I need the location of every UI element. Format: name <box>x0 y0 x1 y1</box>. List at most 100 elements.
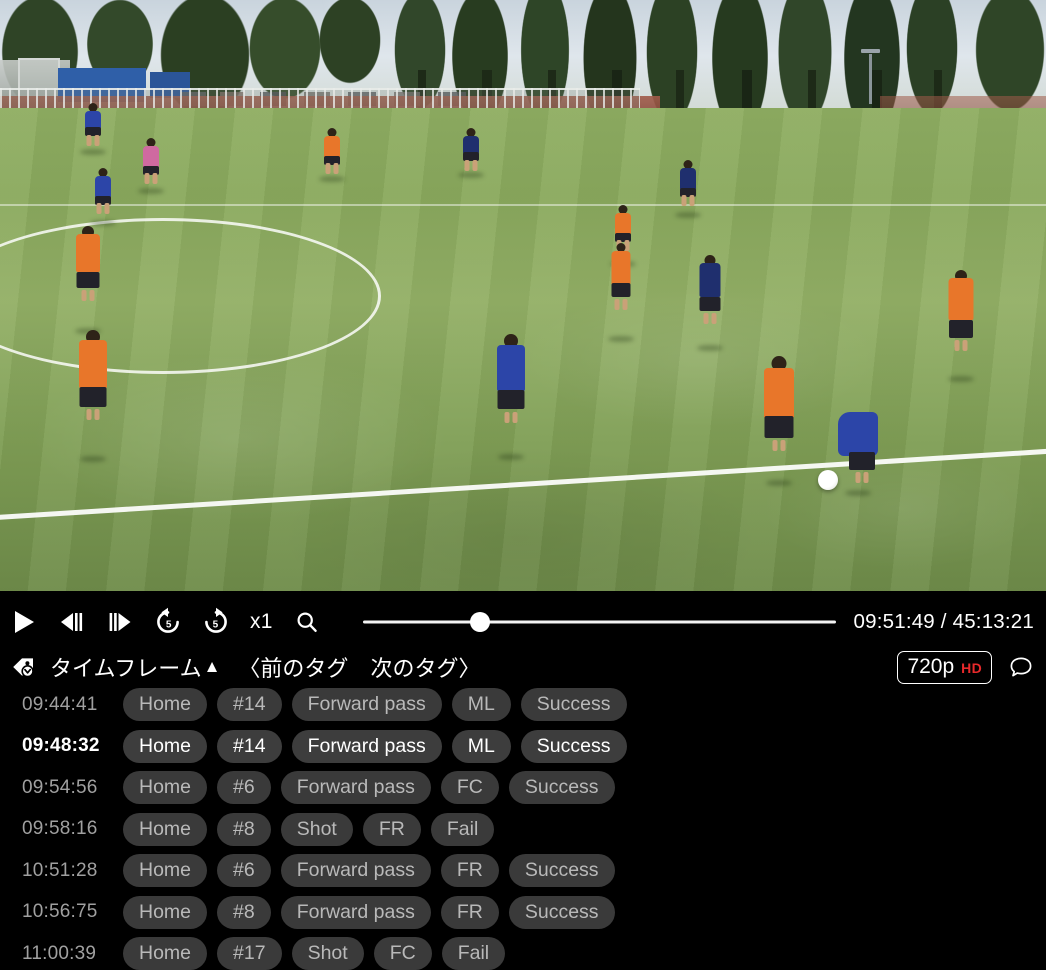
tag-pill[interactable]: Success <box>508 854 615 888</box>
hd-badge-label: HD <box>961 659 982 676</box>
tag-list[interactable]: 09:44:41 Home #14 Forward pass ML Success 09:4… <box>0 684 1046 970</box>
playback-speed-button[interactable]: x1 <box>240 598 283 646</box>
player-away <box>80 103 106 155</box>
tag-timestamp: 10:56:75 <box>22 901 98 923</box>
player-home-on-ball <box>764 356 794 486</box>
tag-pill[interactable]: Forward pass <box>280 854 431 888</box>
player-away <box>675 160 701 218</box>
tag-pill[interactable]: Home <box>123 812 208 846</box>
tag-timestamp: 09:48:32 <box>22 735 100 757</box>
rewind-5-seconds-icon[interactable]: 5 <box>144 598 192 646</box>
player-away <box>90 168 116 226</box>
tag-pill[interactable]: FC <box>440 771 499 805</box>
tag-timestamp: 09:54:56 <box>22 776 98 798</box>
tag-pill[interactable]: FR <box>440 895 499 929</box>
video-tagging-app: 5 5 x1 09:51:49 / 45:13:21 タイムフレーム ▲ 〈前の… <box>0 0 1046 970</box>
tag-pill[interactable]: #8 <box>217 812 271 846</box>
tag-pill[interactable]: Shot <box>280 812 353 846</box>
previous-tag-button[interactable]: 〈前のタグ <box>238 651 348 683</box>
player-away <box>697 255 723 351</box>
next-tag-button[interactable]: 次のタグ〉 <box>370 651 480 683</box>
tag-pill[interactable]: Forward pass <box>280 771 431 805</box>
tag-pill[interactable]: Home <box>123 854 208 888</box>
svg-text:5: 5 <box>166 619 172 630</box>
player-home <box>79 330 107 462</box>
comment-icon[interactable] <box>1006 652 1036 682</box>
tag-pill-group: Home #14 Forward pass ML Success <box>123 688 627 722</box>
player-home <box>319 128 345 182</box>
tag-pill[interactable]: #8 <box>217 895 271 929</box>
tag-pill[interactable]: Shot <box>291 937 364 970</box>
tag-pill[interactable]: Fail <box>441 937 506 970</box>
seek-bar[interactable] <box>355 598 846 646</box>
playback-control-bar: 5 5 x1 09:51:49 / 45:13:21 <box>0 591 1046 653</box>
caret-up-icon: ▲ <box>203 657 221 676</box>
tag-pill[interactable]: Success <box>520 729 627 763</box>
player-away <box>458 128 484 178</box>
tag-pill[interactable]: Fail <box>430 812 495 846</box>
quality-badge[interactable]: 720p HD <box>897 650 992 684</box>
tag-pill-group: Home #6 Forward pass FC Success <box>123 771 615 805</box>
search-icon[interactable] <box>283 598 331 646</box>
tag-pill[interactable]: Home <box>123 895 208 929</box>
tag-pill[interactable]: #6 <box>217 854 271 888</box>
tag-pill[interactable]: Forward pass <box>291 688 442 722</box>
svg-text:5: 5 <box>213 619 219 630</box>
tag-pill[interactable]: Success <box>508 771 615 805</box>
tag-row[interactable]: 09:44:41 Home #14 Forward pass ML Success <box>0 684 1046 726</box>
tag-pill[interactable]: ML <box>451 729 511 763</box>
tag-pill[interactable]: Home <box>123 937 208 970</box>
tag-toolbar: タイムフレーム ▲ 〈前のタグ 次のタグ〉 720p HD <box>0 646 1046 688</box>
tag-pill[interactable]: Home <box>123 771 208 805</box>
timeframe-button[interactable]: タイムフレーム ▲ <box>50 651 220 683</box>
seek-track[interactable] <box>362 620 836 624</box>
tag-row[interactable]: 10:51:28 Home #6 Forward pass FR Success <box>0 850 1046 892</box>
tag-row[interactable]: 09:54:56 Home #6 Forward pass FC Success <box>0 767 1046 809</box>
seek-thumb[interactable] <box>469 612 490 632</box>
tag-timestamp: 09:44:41 <box>22 693 98 715</box>
step-backward-icon[interactable] <box>48 598 96 646</box>
tag-pill[interactable]: FR <box>362 812 421 846</box>
player-away <box>497 334 525 460</box>
tag-row[interactable]: 09:58:16 Home #8 Shot FR Fail <box>0 809 1046 851</box>
tag-pill[interactable]: ML <box>451 688 511 722</box>
tag-pill[interactable]: #14 <box>217 729 282 763</box>
tag-pill[interactable]: Forward pass <box>291 729 442 763</box>
tag-pill[interactable]: #17 <box>217 937 282 970</box>
tag-pill[interactable]: #6 <box>217 771 271 805</box>
step-forward-icon[interactable] <box>96 598 144 646</box>
far-touchline-marking <box>0 204 1046 206</box>
player-away-bending <box>838 406 878 496</box>
tag-pill-group: Home #8 Forward pass FR Success <box>123 895 615 929</box>
player-home <box>75 226 101 334</box>
soccer-ball <box>818 470 838 490</box>
tag-timestamp: 09:58:16 <box>22 818 98 840</box>
tag-pill[interactable]: Success <box>520 688 627 722</box>
tag-pill[interactable]: Forward pass <box>280 895 431 929</box>
tag-pill[interactable]: Success <box>508 895 615 929</box>
player-keeper <box>138 138 164 194</box>
timeframe-label: タイムフレーム <box>50 656 202 681</box>
forward-5-seconds-icon[interactable]: 5 <box>192 598 240 646</box>
tag-pill-group: Home #8 Shot FR Fail <box>123 812 495 846</box>
tag-pill-group: Home #14 Forward pass ML Success <box>123 729 627 763</box>
video-player-surface[interactable] <box>0 0 1046 591</box>
tag-timestamp: 11:00:39 <box>22 942 97 964</box>
tag-row[interactable]: 09:48:32 Home #14 Forward pass ML Success <box>0 726 1046 768</box>
tag-pill[interactable]: Home <box>123 729 208 763</box>
play-button[interactable] <box>0 598 48 646</box>
player-home <box>608 243 634 342</box>
tag-row[interactable]: 11:00:39 Home #17 Shot FC Fail <box>0 933 1046 970</box>
quality-resolution-label: 720p <box>907 654 955 678</box>
tag-icon[interactable] <box>8 650 42 684</box>
tag-timestamp: 10:51:28 <box>22 859 98 881</box>
tag-pill[interactable]: FC <box>373 937 432 970</box>
tag-row[interactable]: 10:56:75 Home #8 Forward pass FR Success <box>0 892 1046 934</box>
tag-pill[interactable]: FR <box>440 854 499 888</box>
tag-pill-group: Home #17 Shot FC Fail <box>123 937 506 970</box>
time-readout: 09:51:49 / 45:13:21 <box>853 610 1034 633</box>
player-home <box>948 270 974 382</box>
tag-pill[interactable]: #14 <box>217 688 282 722</box>
tag-pill[interactable]: Home <box>123 688 208 722</box>
floodlight-pole <box>861 49 880 104</box>
